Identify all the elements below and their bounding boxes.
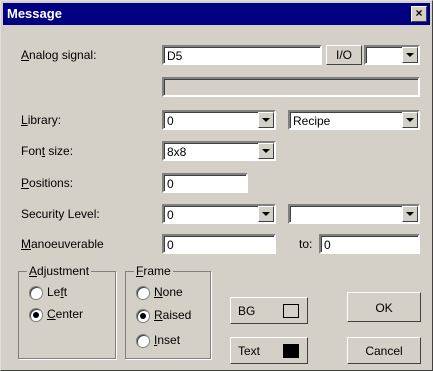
library-select[interactable]: 0: [162, 110, 276, 130]
text-color-swatch: [283, 344, 299, 358]
bg-color-swatch: [283, 304, 299, 318]
frame-group: Frame None Raised Inset: [125, 264, 211, 359]
message-dialog: Message × Analog signal: D5 I/O Library:…: [0, 0, 433, 371]
radio-inset-label[interactable]: Inset: [154, 333, 180, 347]
ok-button[interactable]: OK: [347, 292, 421, 322]
window-title: Message: [7, 6, 62, 21]
chevron-down-icon[interactable]: [402, 47, 418, 63]
frame-group-title: Frame: [134, 264, 173, 278]
analog-signal-description: [162, 77, 420, 97]
security-level-select[interactable]: 0: [162, 204, 276, 224]
positions-label: Positions:: [21, 176, 74, 190]
security-group-select[interactable]: [288, 204, 420, 224]
adjustment-group: Adjustment Left Center: [18, 264, 116, 359]
font-size-select[interactable]: 8x8: [162, 141, 276, 161]
radio-left[interactable]: [29, 286, 43, 300]
radio-center-label[interactable]: Center: [47, 307, 83, 321]
manoeuverable-from-input[interactable]: 0: [162, 234, 276, 254]
radio-none-label[interactable]: None: [154, 285, 183, 299]
radio-left-label[interactable]: Left: [47, 285, 67, 299]
security-level-label: Security Level:: [21, 207, 100, 221]
radio-raised[interactable]: [136, 309, 150, 323]
analog-signal-label: Analog signal:: [21, 48, 97, 62]
close-button[interactable]: ×: [411, 6, 427, 22]
font-size-label: Font size:: [21, 144, 74, 158]
recipe-select[interactable]: Recipe: [288, 110, 420, 130]
to-label: to:: [299, 237, 313, 251]
analog-signal-input[interactable]: D5: [162, 45, 322, 65]
radio-raised-label[interactable]: Raised: [154, 308, 191, 322]
chevron-down-icon[interactable]: [258, 143, 274, 159]
radio-none[interactable]: [136, 286, 150, 300]
chevron-down-icon[interactable]: [402, 206, 418, 222]
radio-center[interactable]: [29, 308, 43, 322]
analog-signal-dropdown[interactable]: [364, 45, 420, 65]
text-color-button[interactable]: Text: [230, 337, 308, 364]
manoeuverable-to-input[interactable]: 0: [319, 234, 420, 254]
title-bar[interactable]: Message ×: [3, 3, 430, 25]
radio-inset[interactable]: [136, 334, 150, 348]
chevron-down-icon[interactable]: [402, 112, 418, 128]
manoeuverable-label: Manoeuverable: [21, 237, 104, 251]
adjustment-group-title: Adjustment: [27, 264, 92, 278]
chevron-down-icon[interactable]: [258, 112, 274, 128]
cancel-button[interactable]: Cancel: [347, 337, 421, 364]
io-button[interactable]: I/O: [326, 45, 362, 65]
chevron-down-icon[interactable]: [258, 206, 274, 222]
positions-input[interactable]: 0: [162, 173, 248, 193]
library-label: Library:: [21, 113, 62, 127]
bg-color-button[interactable]: BG: [230, 297, 308, 324]
